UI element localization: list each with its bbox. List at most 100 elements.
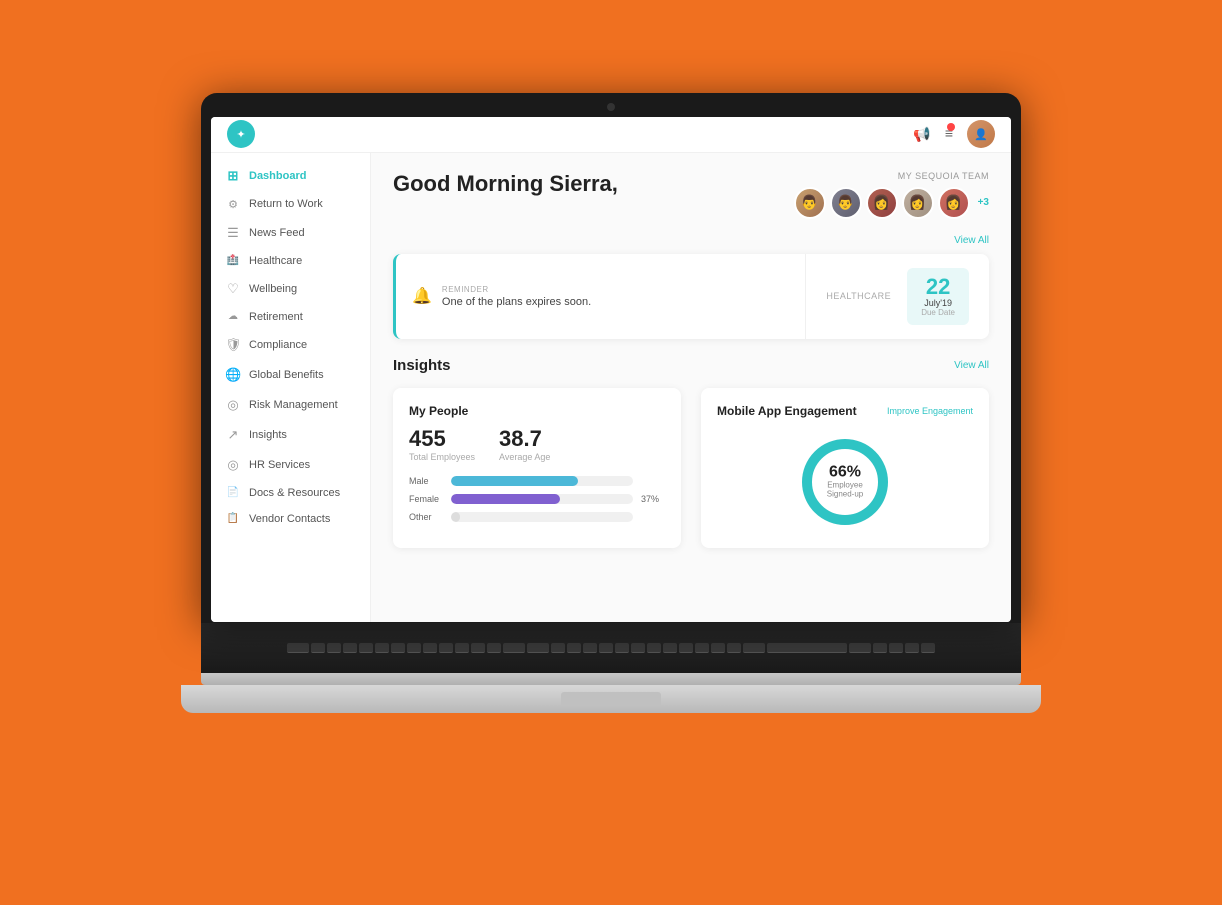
news-feed-icon: ☰ <box>225 225 241 241</box>
logo-icon: ✦ <box>236 128 245 141</box>
docs-resources-icon: 📄 <box>225 487 241 498</box>
key <box>551 643 565 653</box>
sidebar-item-retirement[interactable]: ☁ Retirement <box>211 304 370 330</box>
donut-chart: 66% Employee Signed-up <box>795 432 895 532</box>
sidebar-item-global-benefits[interactable]: 🌐 Global Benefits <box>211 360 370 390</box>
team-view-all[interactable]: View All <box>393 235 989 246</box>
sidebar-item-dashboard[interactable]: ⊞ Dashboard <box>211 161 370 191</box>
team-avatar-3: 👩 <box>866 187 898 219</box>
sidebar-item-risk-management[interactable]: ◎ Risk Management <box>211 390 370 420</box>
user-avatar[interactable]: 👤 <box>967 120 995 148</box>
insights-view-all[interactable]: View All <box>954 360 989 371</box>
avg-age-stat: 38.7 Average Age <box>499 428 550 462</box>
key <box>311 643 325 653</box>
team-avatar-4: 👩 <box>902 187 934 219</box>
sidebar-label-hr-services: HR Services <box>249 459 310 471</box>
sidebar-label-dashboard: Dashboard <box>249 170 306 182</box>
bar-row-female: Female 37% <box>409 494 665 504</box>
key <box>679 643 693 653</box>
reminder-label: REMINDER <box>442 285 591 294</box>
team-more-count: +3 <box>978 197 989 208</box>
key <box>599 643 613 653</box>
key <box>423 643 437 653</box>
key <box>615 643 629 653</box>
sidebar-label-healthcare: Healthcare <box>249 255 302 267</box>
key <box>873 643 887 653</box>
sidebar-item-insights[interactable]: ↗ Insights <box>211 420 370 450</box>
bar-label-female: Female <box>409 494 443 504</box>
bar-fill-female <box>451 494 560 504</box>
key <box>583 643 597 653</box>
reminder-left: 🔔 REMINDER One of the plans expires soon… <box>396 271 805 322</box>
donut-label: Employee Signed-up <box>820 480 870 499</box>
key <box>695 643 709 653</box>
sidebar-item-healthcare[interactable]: 🏥 Healthcare <box>211 248 370 274</box>
team-avatars: 👨 👨 👩 👩 <box>794 187 989 219</box>
key <box>921 643 935 653</box>
bar-track-male <box>451 476 633 486</box>
main-content: Good Morning Sierra, MY SEQUOIA TEAM 👨 👨 <box>371 153 1011 622</box>
dashboard-icon: ⊞ <box>225 168 241 184</box>
engagement-card: Mobile App Engagement Improve Engagement <box>701 388 989 548</box>
engagement-header: Mobile App Engagement Improve Engagement <box>717 404 973 418</box>
key <box>327 643 341 653</box>
laptop-trackpad <box>561 692 661 706</box>
key <box>743 643 765 653</box>
key <box>567 643 581 653</box>
insights-title: Insights <box>393 357 451 374</box>
key <box>471 643 485 653</box>
laptop-camera <box>607 103 615 111</box>
sidebar-item-news-feed[interactable]: ☰ News Feed <box>211 218 370 248</box>
team-avatar-2: 👨 <box>830 187 862 219</box>
sidebar-label-retirement: Retirement <box>249 311 303 323</box>
healthcare-icon: 🏥 <box>225 255 241 266</box>
bar-track-other <box>451 512 633 522</box>
wellbeing-icon: ♡ <box>225 281 241 297</box>
donut-percentage: 66% <box>820 464 870 480</box>
bar-track-female <box>451 494 633 504</box>
notification-wrapper[interactable]: ≡ <box>945 125 953 143</box>
improve-engagement-link[interactable]: Improve Engagement <box>887 406 973 416</box>
hr-services-icon: ◎ <box>225 457 241 473</box>
sidebar-item-wellbeing[interactable]: ♡ Wellbeing <box>211 274 370 304</box>
top-bar: ✦ 📢 ≡ 👤 <box>211 117 1011 153</box>
key <box>343 643 357 653</box>
announcement-icon[interactable]: 📢 <box>913 126 930 143</box>
key <box>889 643 903 653</box>
key <box>407 643 421 653</box>
donut-center: 66% Employee Signed-up <box>820 464 870 499</box>
key <box>391 643 405 653</box>
laptop-wrapper: ✦ 📢 ≡ 👤 ⊞ <box>181 93 1041 813</box>
sidebar-item-docs-resources[interactable]: 📄 Docs & Resources <box>211 480 370 506</box>
key <box>663 643 677 653</box>
sidebar-label-return-to-work: Return to Work <box>249 198 323 210</box>
sidebar-label-risk-management: Risk Management <box>249 399 338 411</box>
insights-icon: ↗ <box>225 427 241 443</box>
sidebar-item-hr-services[interactable]: ◎ HR Services <box>211 450 370 480</box>
greeting-text: Good Morning Sierra, <box>393 171 618 197</box>
sidebar-item-compliance[interactable]: 🛡 Compliance <box>211 330 370 360</box>
laptop-base <box>181 685 1041 713</box>
laptop-hinge <box>201 673 1021 685</box>
due-date-block: 22 July'19 Due Date <box>907 268 969 325</box>
key <box>375 643 389 653</box>
bar-fill-male <box>451 476 578 486</box>
reminder-text: One of the plans expires soon. <box>442 296 591 308</box>
bar-pct-female: 37% <box>641 494 665 504</box>
sidebar-label-docs-resources: Docs & Resources <box>249 487 340 499</box>
people-bar-chart: Male Female <box>409 476 665 522</box>
key <box>359 643 373 653</box>
sidebar-label-wellbeing: Wellbeing <box>249 283 297 295</box>
my-team-section: MY SEQUOIA TEAM 👨 👨 👩 <box>794 171 989 219</box>
sidebar-item-return-to-work[interactable]: ⚙ Return to Work <box>211 191 370 218</box>
people-stats: 455 Total Employees 38.7 Average Age <box>409 428 665 462</box>
sidebar: ⊞ Dashboard ⚙ Return to Work ☰ News Feed… <box>211 153 371 622</box>
reminder-healthcare-label: HEALTHCARE <box>826 291 891 301</box>
laptop-keyboard <box>201 623 1021 673</box>
total-employees-label: Total Employees <box>409 452 475 462</box>
app-logo: ✦ <box>227 120 255 148</box>
my-team-label: MY SEQUOIA TEAM <box>794 171 989 181</box>
bar-label-other: Other <box>409 512 443 522</box>
due-date-label: Due Date <box>921 308 955 317</box>
sidebar-item-vendor-contacts[interactable]: 📋 Vendor Contacts <box>211 506 370 532</box>
